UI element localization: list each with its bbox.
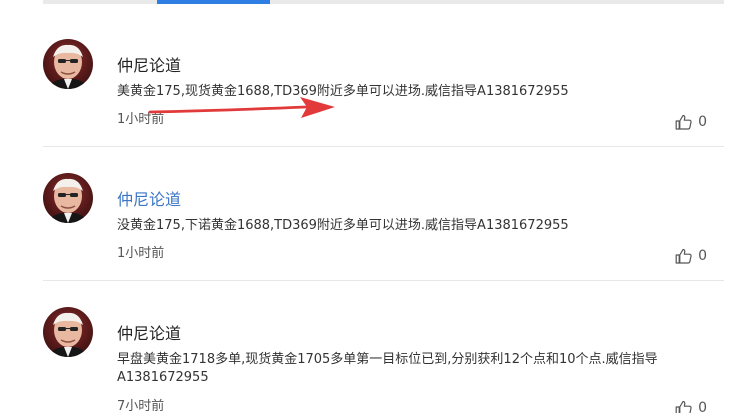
author-name[interactable]: 仲尼论道 [117, 324, 181, 344]
comment-time: 7小时前 [117, 399, 165, 413]
comment-item: 仲尼论道 没黄金175,下诺黄金1688,TD369附近多单可以进场.威信指导A… [43, 171, 724, 280]
active-tab-indicator [157, 0, 270, 4]
comment-text: 没黄金175,下诺黄金1688,TD369附近多单可以进场.威信指导A13816… [117, 218, 569, 233]
like-count: 0 [698, 114, 707, 130]
person-avatar-image [48, 44, 88, 89]
author-name[interactable]: 仲尼论道 [117, 190, 181, 210]
comment-time: 1小时前 [117, 246, 165, 261]
avatar[interactable] [43, 39, 93, 89]
comment-divider [43, 146, 724, 147]
like-button[interactable]: 0 [675, 399, 707, 413]
tab-strip [43, 0, 724, 4]
like-count: 0 [698, 248, 707, 264]
like-count: 0 [698, 400, 707, 413]
comment-feed-page: 仲尼论道 美黄金175,现货黄金1688,TD369附近多单可以进场.威信指导A… [0, 0, 749, 413]
comment-text: 早盘美黄金1718多单,现货黄金1705多单第一目标位已到,分别获利12个点和1… [117, 352, 658, 385]
author-name[interactable]: 仲尼论道 [117, 56, 181, 76]
like-button[interactable]: 0 [675, 247, 707, 265]
comment-text: 美黄金175,现货黄金1688,TD369附近多单可以进场.威信指导A13816… [117, 84, 569, 99]
comment-divider [43, 280, 724, 281]
avatar[interactable] [43, 307, 93, 357]
comment-item: 仲尼论道 美黄金175,现货黄金1688,TD369附近多单可以进场.威信指导A… [43, 37, 724, 146]
comment-item: 仲尼论道 早盘美黄金1718多单,现货黄金1705多单第一目标位已到,分别获利1… [43, 305, 724, 413]
like-button[interactable]: 0 [675, 113, 707, 131]
thumbs-up-icon [675, 114, 692, 130]
person-avatar-image [48, 312, 88, 357]
comment-time: 1小时前 [117, 112, 165, 127]
thumbs-up-icon [675, 400, 692, 413]
thumbs-up-icon [675, 248, 692, 264]
avatar[interactable] [43, 173, 93, 223]
person-avatar-image [48, 178, 88, 223]
